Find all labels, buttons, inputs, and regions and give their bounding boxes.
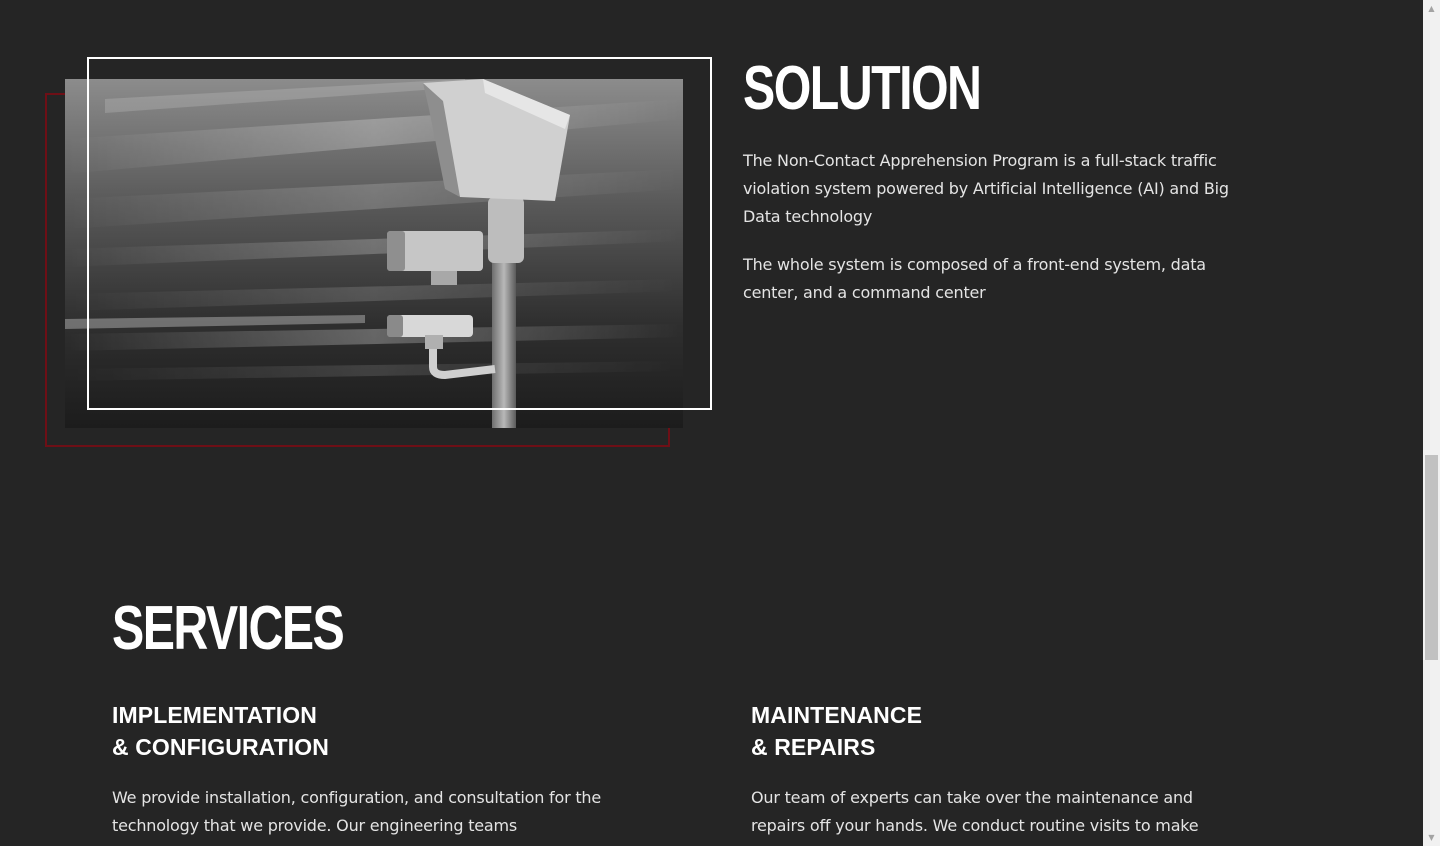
services-title: SERVICES [112, 594, 345, 663]
vertical-scrollbar[interactable]: ▲ ▼ [1423, 0, 1440, 846]
service-title-line-2: & REPAIRS [751, 734, 876, 760]
service-title-line-1: MAINTENANCE [751, 702, 923, 728]
scroll-down-arrow-icon[interactable]: ▼ [1423, 829, 1440, 846]
solution-paragraph-1: The Non-Contact Apprehension Program is … [743, 151, 1229, 226]
solution-paragraph-2: The whole system is composed of a front-… [743, 255, 1206, 302]
service-description: Our team of experts can take over the ma… [751, 788, 1199, 835]
decorative-white-frame [87, 57, 712, 410]
service-title: MAINTENANCE & REPAIRS [751, 699, 922, 763]
solution-title: SOLUTION [743, 54, 982, 123]
service-description: We provide installation, configuration, … [112, 788, 601, 835]
scroll-up-arrow-icon[interactable]: ▲ [1423, 0, 1440, 17]
service-title: IMPLEMENTATION & CONFIGURATION [112, 699, 329, 763]
service-title-line-2: & CONFIGURATION [112, 734, 330, 760]
page: SOLUTION The Non-Contact Apprehension Pr… [0, 0, 1423, 846]
scrollbar-thumb[interactable] [1425, 455, 1438, 660]
service-title-line-1: IMPLEMENTATION [112, 702, 317, 728]
